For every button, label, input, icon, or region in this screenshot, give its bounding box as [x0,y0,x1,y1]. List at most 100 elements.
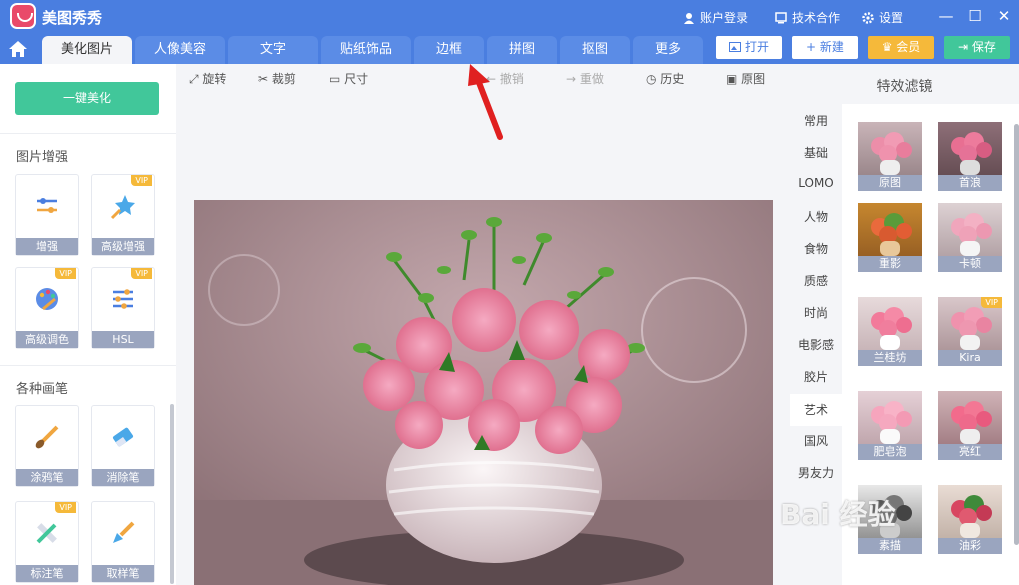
app-title: 美图秀秀 [42,9,103,27]
vip-badge: VIP [131,175,152,186]
gear-icon [862,12,874,24]
login-button[interactable]: 账户登录 [683,9,748,26]
vip-badge: VIP [981,297,1002,308]
filter-label: 亮红 [938,444,1002,460]
size-button[interactable]: ▭ 尺寸 [329,70,368,87]
advanced-enhance-label: 高级增强 [92,238,154,255]
filter-thumb[interactable]: 兰桂坊 [858,297,922,366]
divider [0,133,176,134]
filter-category[interactable]: 质感 [790,272,842,294]
brush-section-title: 各种画笔 [16,382,69,397]
tab-bar: 美化图片 人像美容 文字 贴纸饰品 边框 拼图 抠图 更多 打开 + 新建 ♛ … [0,33,1019,64]
filter-thumb[interactable]: 肥皂泡 [858,391,922,460]
minimize-button[interactable]: — [934,4,958,28]
open-label: 打开 [744,40,769,54]
user-icon [684,13,694,24]
doodle-brush-tile[interactable]: 涂鸦笔 [15,405,79,487]
new-label: 新建 [819,40,844,54]
scissors-icon: ✂ [258,72,272,86]
filter-thumb[interactable]: VIP Kira [938,297,1002,366]
filter-thumb[interactable]: 亮红 [938,391,1002,460]
cooperate-button[interactable]: 技术合作 [775,9,840,26]
picture-icon: ▣ [726,72,742,86]
history-button[interactable]: ◷ 历史 [646,70,684,87]
flower-thumbnail [871,132,912,175]
eraser-icon [112,427,134,448]
original-label: 原图 [741,72,766,86]
filter-category[interactable]: 常用 [790,112,842,134]
settings-button[interactable]: 设置 [862,9,903,26]
monitor-icon [775,12,787,24]
eraser-brush-tile[interactable]: 消除笔 [91,405,155,487]
crop-button[interactable]: ✂ 裁剪 [258,70,296,87]
enhance-tile[interactable]: 增强 [15,174,79,256]
save-button[interactable]: ⇥ 保存 [944,36,1010,59]
tab-border[interactable]: 边框 [414,36,484,64]
tab-beautify[interactable]: 美化图片 [42,36,132,64]
vip-badge: VIP [131,268,152,279]
enhance-section-title: 图片增强 [16,150,69,165]
maximize-button[interactable]: ☐ [963,4,987,28]
tab-more[interactable]: 更多 [633,36,703,64]
close-button[interactable]: ✕ [992,4,1016,28]
redo-button[interactable]: → 重做 [566,70,604,87]
crop-label: 裁剪 [271,72,296,86]
enhance-label: 增强 [16,238,78,255]
filter-category[interactable]: 食物 [790,240,842,262]
sample-brush-tile[interactable]: 取样笔 [91,501,155,583]
original-button[interactable]: ▣ 原图 [726,70,765,87]
hsl-tile[interactable]: VIP HSL [91,267,155,349]
filter-thumb[interactable]: 重影 [858,203,922,272]
advanced-color-tile[interactable]: VIP 高级调色 [15,267,79,349]
doodle-brush-label: 涂鸦笔 [16,469,78,486]
sliders-icon [37,198,57,213]
rotate-icon: ⤢ [189,72,203,86]
advanced-color-label: 高级调色 [16,331,78,348]
filter-category[interactable]: 国风 [790,432,842,454]
filter-category[interactable]: 男友力 [790,464,842,486]
marker-brush-tile[interactable]: VIP 标注笔 [15,501,79,583]
filter-category[interactable]: 胶片 [790,368,842,390]
red-arrow-annotation [468,64,503,140]
one-key-beautify-button[interactable]: 一键美化 [15,82,159,115]
vip-badge: VIP [55,268,76,279]
app-logo-icon [10,3,36,29]
watermark: Bai 经验 [780,498,896,531]
palette-icon [36,288,58,311]
advanced-enhance-tile[interactable]: VIP 高级增强 [91,174,155,256]
filter-thumb[interactable]: 原图 [858,122,922,191]
filter-category-selected[interactable]: 艺术 [790,394,842,426]
home-icon[interactable] [6,37,30,61]
filter-label: 卡顿 [938,256,1002,272]
cooperate-label: 技术合作 [792,11,841,25]
tab-text[interactable]: 文字 [228,36,318,64]
filter-category[interactable]: 基础 [790,144,842,166]
filter-category[interactable]: 时尚 [790,304,842,326]
filter-category[interactable]: LOMO [790,176,842,198]
history-label: 历史 [660,72,685,86]
save-label: 保存 [971,40,996,54]
plus-icon: + [806,40,820,54]
vip-badge: VIP [55,502,76,513]
vip-button[interactable]: ♛ 会员 [868,36,934,59]
photo-canvas[interactable] [194,200,773,585]
filter-thumb[interactable]: 首浪 [938,122,1002,191]
flower-thumbnail [951,401,992,444]
tab-portrait[interactable]: 人像美容 [135,36,225,64]
filter-scrollbar[interactable] [1014,124,1019,545]
clock-icon: ◷ [646,72,661,86]
open-button[interactable]: 打开 [716,36,782,59]
tab-cutout[interactable]: 抠图 [560,36,630,64]
filter-thumb[interactable]: 卡顿 [938,203,1002,272]
filter-category[interactable]: 人物 [790,208,842,230]
tab-collage[interactable]: 拼图 [487,36,557,64]
left-scrollbar[interactable] [170,404,174,584]
rotate-button[interactable]: ⤢ 旋转 [189,70,226,87]
flower-thumbnail [951,495,992,538]
filter-thumb[interactable]: 油彩 [938,485,1002,554]
login-label: 账户登录 [700,11,749,25]
tab-stickers[interactable]: 贴纸饰品 [321,36,411,64]
new-button[interactable]: + 新建 [792,36,858,59]
filter-category[interactable]: 电影感 [790,336,842,358]
pencil-ruler-icon [36,523,57,544]
